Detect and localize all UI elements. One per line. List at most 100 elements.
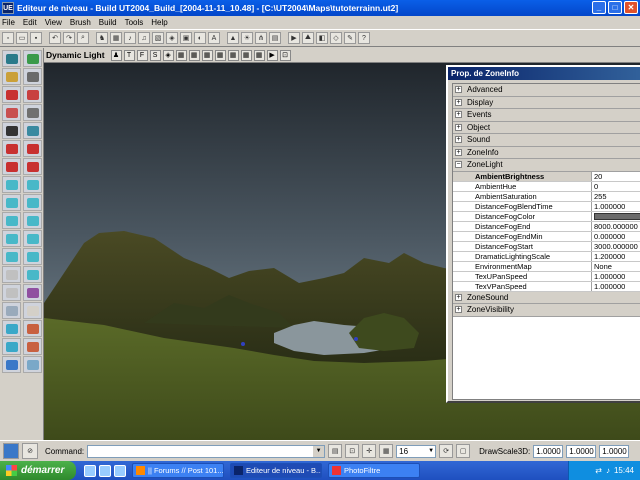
expand-icon[interactable]: + <box>455 306 462 314</box>
terrain-editing-icon[interactable]: ⛰ <box>302 32 314 44</box>
property-row[interactable]: AmbientSaturation 255 <box>453 191 640 202</box>
help-icon[interactable]: ? <box>358 32 370 44</box>
property-value[interactable]: 0.000000 <box>592 232 640 241</box>
rotate-icon[interactable] <box>2 68 21 85</box>
texture-browser-icon[interactable]: ▧ <box>152 32 164 44</box>
add-brush-icon[interactable] <box>2 320 21 337</box>
menu-tools[interactable]: Tools <box>125 18 144 27</box>
terrain-brush-icon[interactable] <box>23 230 42 247</box>
snap-vertex-icon[interactable]: ⊡ <box>345 444 360 458</box>
expand-icon[interactable]: + <box>455 136 462 144</box>
volumetric-brush-icon[interactable] <box>2 248 21 265</box>
drawscale-z-input[interactable]: 1.0000 <box>599 444 630 458</box>
save-icon[interactable]: ▪ <box>30 32 42 44</box>
drawscale-x-input[interactable]: 1.0000 <box>533 444 564 458</box>
property-row[interactable]: AmbientBrightness 20 <box>453 171 640 182</box>
scale-icon[interactable] <box>23 68 42 85</box>
zoneinfo-properties-window[interactable]: Prop. de ZoneInfo + Advanced + Display + Ev… <box>446 65 640 403</box>
taskbar-item-forums[interactable]: || Forums // Post 101... <box>132 463 224 478</box>
category-sound[interactable]: + Sound <box>453 134 640 147</box>
drawscale-y-input[interactable]: 1.0000 <box>566 444 597 458</box>
spiral-stairs-brush-icon[interactable] <box>23 212 42 229</box>
intersect-brush-icon[interactable] <box>2 338 21 355</box>
view-side-button[interactable]: S <box>149 49 161 61</box>
cube-primitive-icon[interactable] <box>2 302 21 319</box>
wireframe-icon[interactable]: ▦ <box>175 49 187 61</box>
grid-snap-icon[interactable]: ▦ <box>379 444 394 458</box>
menu-view[interactable]: View <box>45 18 62 27</box>
lighting-view-icon[interactable]: ▦ <box>214 49 226 61</box>
actor-browser-icon[interactable]: ♞ <box>96 32 108 44</box>
internet-explorer-icon[interactable] <box>84 464 96 477</box>
category-zoneinfo[interactable]: + ZoneInfo <box>453 146 640 159</box>
property-value[interactable]: 20 <box>592 172 640 181</box>
curve-brush-icon[interactable] <box>2 284 21 301</box>
view-front-button[interactable]: F <box>136 49 148 61</box>
collapse-icon[interactable]: − <box>455 161 462 169</box>
properties-title-bar[interactable]: Prop. de ZoneInfo <box>448 67 640 80</box>
viewport-menu-icon[interactable]: ♟ <box>110 49 122 61</box>
perspective-icon[interactable]: ◈ <box>162 49 174 61</box>
category-zonevisibility[interactable]: + ZoneVisibility <box>453 304 640 317</box>
texture-view-icon[interactable]: ▦ <box>201 49 213 61</box>
build-geometry-icon[interactable]: ▲ <box>227 32 239 44</box>
play-map-icon[interactable]: ▶ <box>288 32 300 44</box>
depth-view-icon[interactable]: ▦ <box>240 49 252 61</box>
matinee-tool-icon[interactable] <box>2 122 21 139</box>
menu-edit[interactable]: Edit <box>23 18 37 27</box>
close-button[interactable]: ✕ <box>624 1 638 14</box>
split-tool-icon[interactable] <box>23 158 42 175</box>
cylinder-brush-icon[interactable] <box>2 194 21 211</box>
terrain-tool-icon[interactable] <box>23 104 42 121</box>
sphere-brush-icon[interactable] <box>23 248 42 265</box>
view-top-button[interactable]: T <box>123 49 135 61</box>
expand-icon[interactable]: + <box>455 293 462 301</box>
property-row[interactable]: DistanceFogStart 3000.000000 <box>453 241 640 252</box>
network-icon[interactable]: ⇄ <box>595 466 602 475</box>
brush-scale-icon[interactable]: ⊘ <box>22 443 38 459</box>
property-row[interactable]: DramaticLightingScale 1.200000 <box>453 251 640 262</box>
property-row[interactable]: TexUPanSpeed 1.000000 <box>453 271 640 282</box>
build-lighting-icon[interactable]: ☀ <box>241 32 253 44</box>
property-value[interactable]: 1.200000 <box>592 252 640 261</box>
2d-shape-editor-icon[interactable]: ◇ <box>330 32 342 44</box>
menu-brush[interactable]: Brush <box>70 18 91 27</box>
menu-file[interactable]: File <box>2 18 15 27</box>
sound-browser-icon[interactable]: ♫ <box>138 32 150 44</box>
font-browser-icon[interactable]: A <box>208 32 220 44</box>
viewport-lock-icon[interactable]: ⊡ <box>279 49 291 61</box>
expand-icon[interactable]: + <box>455 148 462 156</box>
lit-view-icon[interactable]: ▦ <box>253 49 265 61</box>
redo-icon[interactable]: ↷ <box>63 32 75 44</box>
grid-size-select[interactable]: 16 ▼ <box>396 444 437 458</box>
cylinder-shape-icon[interactable] <box>2 266 21 283</box>
camera-move-icon[interactable] <box>2 50 21 67</box>
matinee-icon[interactable]: ◧ <box>316 32 328 44</box>
sheet-brush-icon[interactable] <box>23 176 42 193</box>
property-value[interactable]: 0 <box>592 182 640 191</box>
new-file-icon[interactable]: ▫ <box>2 32 14 44</box>
category-display[interactable]: + Display <box>453 96 640 109</box>
maximize-button[interactable]: □ <box>608 1 622 14</box>
cut-tool-icon[interactable] <box>2 158 21 175</box>
title-bar[interactable]: UE Editeur de niveau - Build UT2004_Buil… <box>0 0 640 16</box>
fog-color-swatch[interactable] <box>594 212 640 220</box>
music-browser-icon[interactable]: ♪ <box>124 32 136 44</box>
category-zonesound[interactable]: + ZoneSound <box>453 291 640 304</box>
property-value[interactable]: 3000.000000 <box>592 242 640 251</box>
pivot-snap-icon[interactable]: ✛ <box>362 444 377 458</box>
property-row[interactable]: DistanceFogEnd 8000.000000 <box>453 221 640 232</box>
curved-stairs-brush-icon[interactable] <box>2 230 21 247</box>
category-zonelight[interactable]: − ZoneLight <box>453 159 640 172</box>
vertex-edit-icon[interactable] <box>23 50 42 67</box>
menu-help[interactable]: Help <box>151 18 167 27</box>
log-window-icon[interactable] <box>3 443 19 459</box>
expand-icon[interactable]: + <box>455 111 462 119</box>
build-all-icon[interactable]: ▤ <box>269 32 281 44</box>
cone-shape-icon[interactable] <box>23 266 42 283</box>
3d-viewport[interactable]: Dynamic Light ♟ T F S ◈ ▦ ▦ ▦ ▦ ▦ ▦ ▦ ▶ … <box>44 48 640 440</box>
minimize-button[interactable]: _ <box>592 1 606 14</box>
property-row[interactable]: EnvironmentMap None <box>453 261 640 272</box>
open-file-icon[interactable]: ▭ <box>16 32 28 44</box>
undo-icon[interactable]: ↶ <box>49 32 61 44</box>
